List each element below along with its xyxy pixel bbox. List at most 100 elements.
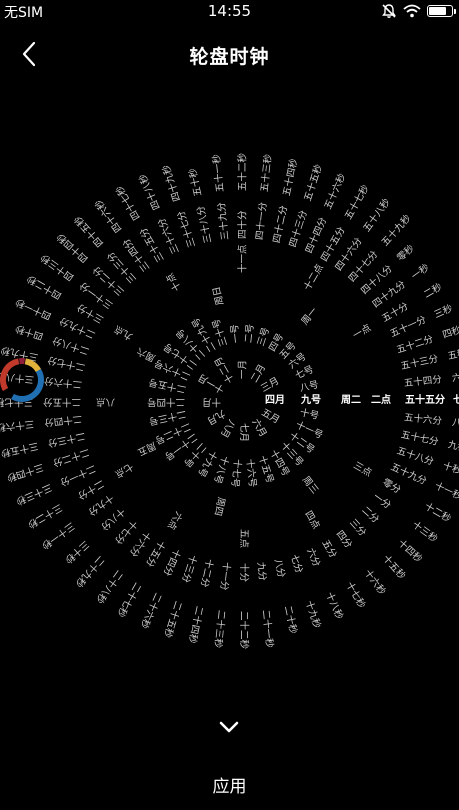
status-icons (381, 3, 456, 19)
second-label: 二十一秒 (259, 609, 275, 649)
minute-label: 十五分 (143, 538, 167, 569)
second-label: 四十四秒 (54, 231, 91, 265)
minute-label: 四分 (333, 528, 355, 551)
minute-label: 二十二分 (51, 446, 91, 469)
second-label: 三十四秒 (5, 460, 46, 484)
second-label: 十六秒 (362, 567, 388, 598)
minute-label: 四十一分 (254, 201, 270, 241)
day-label: 二十四号 (146, 395, 185, 407)
second-label: 二秒 (421, 281, 444, 301)
app-ring-logo-icon (0, 358, 44, 402)
second-label: 四十秒 (14, 322, 45, 342)
minute-label: 九分 (254, 561, 268, 582)
second-label: 四十八秒 (136, 172, 163, 212)
second-label: 九秒 (447, 439, 459, 454)
second-label: 四十五秒 (72, 213, 107, 249)
second-label: 四十六秒 (92, 197, 124, 235)
hour-label: 一点 (350, 322, 373, 342)
second-label: 四十二秒 (25, 272, 64, 301)
hour-label: 十二点 (302, 262, 326, 293)
second-label: 二十九秒 (73, 553, 107, 590)
weekday-label: 周四 (211, 495, 227, 517)
month-label: 三月 (259, 375, 282, 395)
second-label: 四十七秒 (114, 183, 143, 222)
minute-label: 三十八分 (195, 204, 215, 244)
second-label: 二十二秒 (237, 611, 249, 650)
day-label: 一号 (229, 323, 243, 344)
day-label: 十六号 (243, 458, 258, 488)
second-label: 五十三秒 (259, 153, 275, 193)
month-label: 六月 (249, 417, 269, 440)
second-label: 五十六秒 (323, 172, 349, 212)
minute-label: 五十二分 (395, 333, 435, 356)
minute-label: 十一分 (217, 561, 232, 592)
weekday-label: 周三 (299, 474, 321, 496)
second-label: 八秒 (451, 417, 459, 431)
minute-label: 三分 (347, 517, 369, 540)
weekday-label: 周六 (135, 345, 157, 364)
month-label: 一月 (237, 359, 249, 379)
day-label: 十七号 (228, 458, 243, 488)
second-label: 五十七秒 (343, 183, 372, 222)
second-label: 十九秒 (302, 598, 323, 630)
second-label: 五十二秒 (237, 152, 249, 191)
second-label: 三秒 (432, 302, 455, 321)
second-label: 三十五秒 (0, 439, 39, 459)
second-label: 三十秒 (62, 537, 91, 565)
second-label: 七秒 (453, 395, 459, 406)
hour-label: 四点 (302, 508, 322, 531)
hour-label: 五点 (237, 529, 249, 549)
minute-label: 五十八分 (395, 445, 435, 468)
second-label: 二十四秒 (186, 605, 205, 645)
minute-label: 二十七分 (46, 354, 86, 373)
second-label: 六秒 (451, 371, 459, 385)
second-label: 十五秒 (379, 553, 407, 582)
weekday-label: 周日 (211, 285, 227, 307)
second-label: 零秒 (395, 243, 417, 265)
minute-label: 十四分 (160, 546, 183, 578)
second-label: 五十秒 (187, 166, 205, 197)
minute-label: 十分 (237, 563, 249, 583)
second-label: 十八秒 (323, 590, 346, 622)
battery-icon (427, 5, 456, 17)
second-label: 十七秒 (343, 579, 368, 611)
mute-icon (382, 4, 396, 18)
second-label: 十一秒 (432, 481, 459, 503)
second-label: 五十一秒 (211, 153, 227, 193)
minute-label: 十三分 (179, 553, 199, 584)
apply-button[interactable]: 应用 (0, 768, 459, 806)
weekday-label: 周一 (299, 305, 321, 328)
minute-label: 二十八分 (50, 334, 91, 357)
hour-label: 八点 (95, 395, 115, 407)
chevron-down-icon (219, 721, 239, 733)
second-label: 四十一秒 (14, 295, 54, 321)
second-label: 二十八秒 (92, 567, 125, 606)
day-label: 二号 (243, 323, 257, 344)
day-label: 九号 (301, 395, 321, 406)
minute-label: 五十四分 (403, 374, 443, 390)
page-title: 轮盘时钟 (189, 46, 270, 68)
minute-label: 四十分 (237, 210, 249, 239)
minute-label: 四十二分 (271, 204, 290, 244)
hour-label: 十一点 (237, 244, 249, 273)
nav-bar: 轮盘时钟 (0, 30, 459, 78)
month-label: 八月 (217, 417, 237, 440)
second-label: 二十六秒 (137, 590, 163, 630)
minute-label: 七分 (288, 553, 305, 575)
wheel-clock[interactable]: 一月 二月 三月 四月 五月 六月 七月 八月 九月 十月 十一月 十二月 一号 二号 三号 四号 五号 六号 七号… (0, 150, 459, 670)
hour-label: 六点 (164, 509, 184, 532)
second-label: 五十四秒 (281, 157, 300, 197)
collapse-button[interactable] (212, 712, 246, 742)
minute-label: 二分 (359, 505, 382, 527)
hour-label: 七点 (113, 460, 136, 480)
second-label: 一秒 (409, 261, 432, 282)
second-label: 三十六秒 (0, 417, 35, 433)
weekday-label: 周二 (341, 395, 361, 406)
minute-label: 十二分 (198, 558, 215, 589)
second-label: 十三秒 (409, 519, 440, 546)
minute-label: 二十三分 (46, 429, 86, 449)
second-label: 十秒 (441, 460, 459, 477)
second-label: 二十五秒 (161, 599, 184, 639)
day-label: 十号 (298, 407, 320, 423)
minute-label: 八分 (271, 558, 287, 580)
